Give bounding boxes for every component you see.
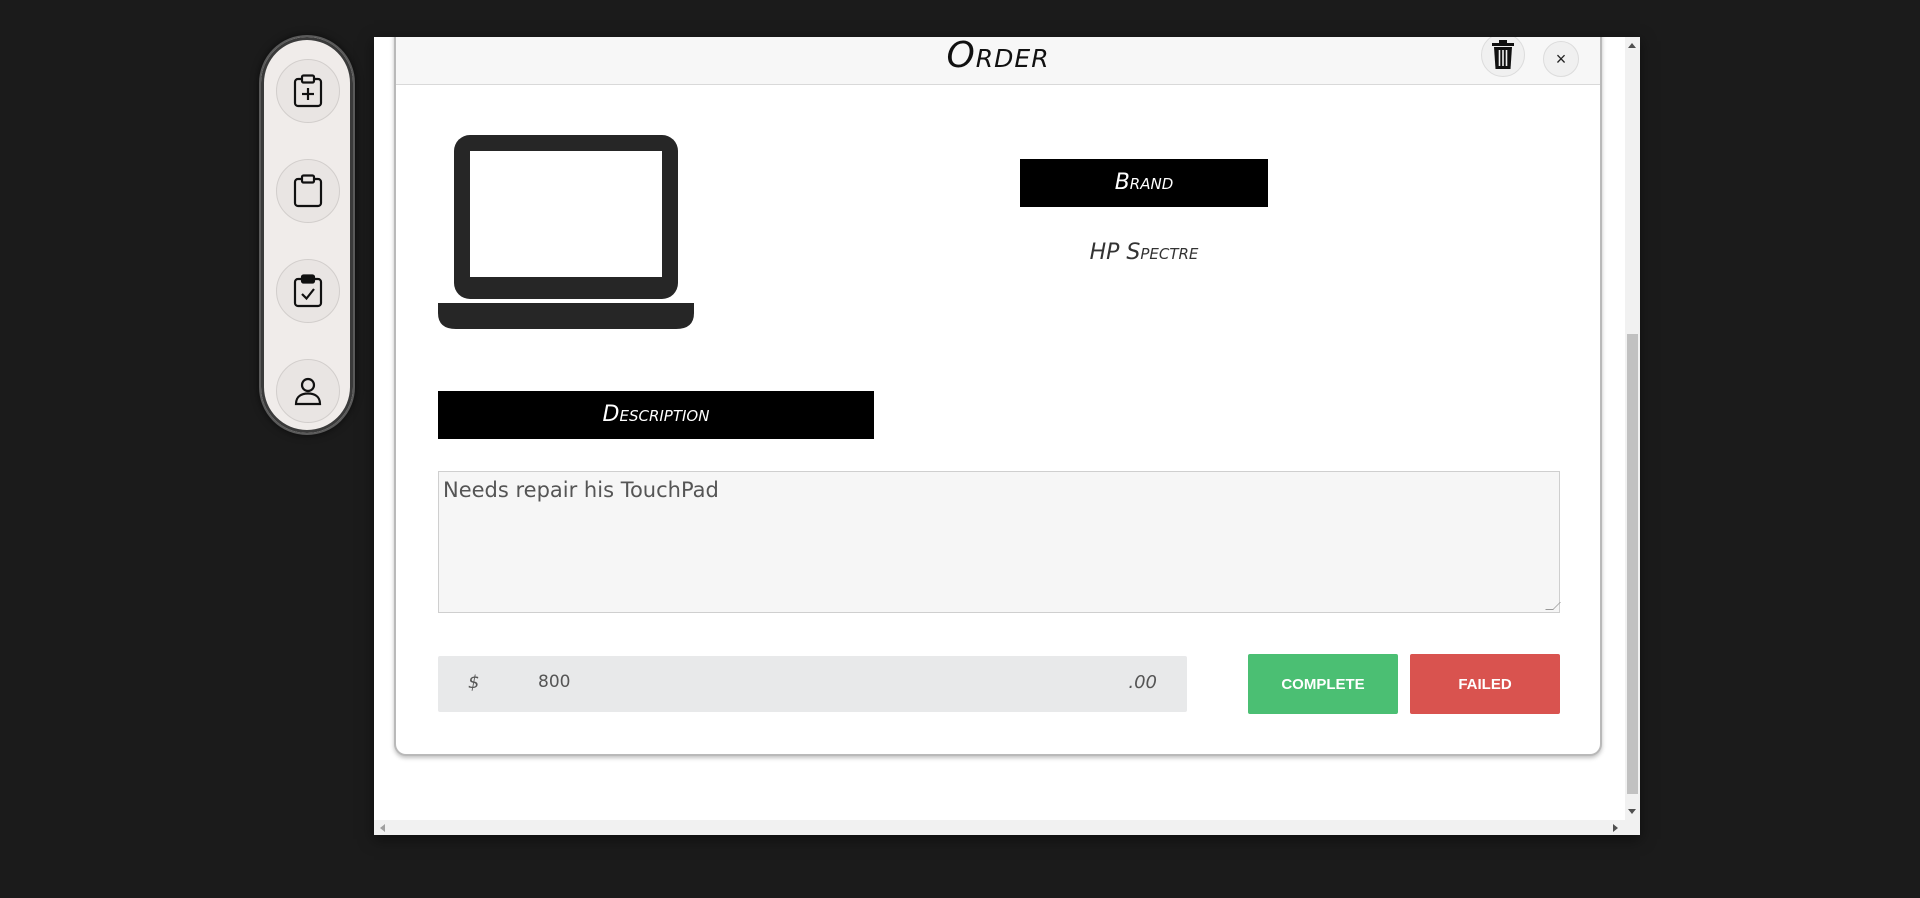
modal-header: Order × [396, 37, 1600, 85]
trash-icon [1492, 40, 1514, 69]
close-icon: × [1555, 48, 1567, 69]
description-text: Needs repair his TouchPad [443, 478, 719, 502]
close-button[interactable]: × [1543, 41, 1579, 77]
description-label: Description [438, 391, 874, 439]
failed-button[interactable]: FAILED [1410, 654, 1560, 714]
clipboard-icon [293, 174, 323, 208]
complete-button[interactable]: COMPLETE [1248, 654, 1398, 714]
order-modal: Order × Brand HP Spectre Description Nee… [394, 37, 1602, 756]
scroll-up-icon[interactable] [1628, 43, 1636, 48]
scroll-down-icon[interactable] [1628, 809, 1636, 814]
price-input-group: $ 800 .00 [438, 656, 1187, 712]
new-order-button[interactable] [276, 59, 340, 123]
brand-value: HP Spectre [1089, 240, 1199, 265]
brand-label: Brand [1020, 159, 1268, 207]
modal-title: Order [946, 37, 1050, 76]
vertical-scrollbar[interactable] [1625, 37, 1640, 820]
description-textarea[interactable]: Needs repair his TouchPad [438, 471, 1561, 613]
vertical-scroll-thumb[interactable] [1627, 334, 1638, 794]
orders-button[interactable] [276, 159, 340, 223]
profile-button[interactable] [276, 359, 340, 423]
currency-symbol: $ [468, 672, 480, 693]
price-cents: .00 [1128, 672, 1157, 693]
price-input[interactable]: 800 [538, 672, 1038, 692]
order-window: Order × Brand HP Spectre Description Nee… [374, 37, 1640, 835]
horizontal-scrollbar[interactable] [374, 820, 1640, 835]
clipboard-check-icon [293, 274, 323, 308]
clipboard-plus-icon [293, 74, 323, 108]
scroll-right-icon[interactable] [1613, 824, 1618, 832]
completed-orders-button[interactable] [276, 259, 340, 323]
resize-handle[interactable] [1545, 602, 1561, 610]
scroll-left-icon[interactable] [380, 824, 385, 832]
laptop-icon [438, 135, 694, 329]
user-icon [294, 377, 322, 406]
sidebar-nav [259, 35, 355, 435]
